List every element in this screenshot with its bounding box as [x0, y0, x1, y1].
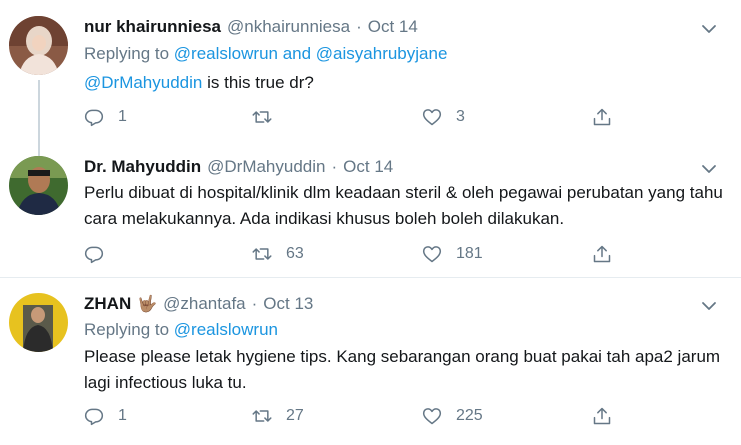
heart-icon [422, 109, 442, 126]
retweet-button[interactable]: 27 [252, 406, 304, 426]
replying-to-users[interactable]: @realslowrun [174, 320, 278, 339]
retweet-button[interactable] [252, 107, 286, 127]
chevron-down-icon[interactable] [700, 20, 718, 38]
retweet-icon [252, 248, 272, 260]
tweet[interactable]: Dr. Mahyuddin @DrMahyuddin · Oct 14 Perl… [0, 140, 741, 277]
share-button[interactable] [592, 406, 612, 426]
reply-button[interactable]: 1 [84, 107, 127, 127]
tweet-date[interactable]: Oct 13 [263, 294, 313, 314]
tweet-header: Dr. Mahyuddin @DrMahyuddin · Oct 14 [84, 157, 393, 177]
heart-icon [422, 408, 442, 425]
avatar[interactable] [9, 293, 68, 352]
separator-dot: · [251, 294, 258, 313]
avatar[interactable] [9, 156, 68, 215]
mention-link[interactable]: @DrMahyuddin [84, 73, 202, 92]
heart-icon [422, 246, 442, 263]
retweet-count: 27 [286, 407, 304, 424]
tweet-header: ZHAN 🤟🏽 @zhantafa · Oct 13 [84, 294, 313, 314]
display-name[interactable]: ZHAN [84, 294, 131, 314]
share-icon [593, 407, 611, 425]
reply-button[interactable] [84, 244, 118, 264]
tweet-date[interactable]: Oct 14 [343, 157, 393, 177]
share-icon [593, 108, 611, 126]
tweet-header: nur khairunniesa @nkhairunniesa · Oct 14 [84, 17, 418, 37]
display-name[interactable]: Dr. Mahyuddin [84, 157, 201, 177]
like-count: 3 [456, 108, 465, 125]
like-button[interactable]: 181 [422, 244, 483, 264]
replying-to-label: Replying to [84, 320, 170, 339]
tweet-text: Please please letak hygiene tips. Kang s… [84, 347, 721, 392]
retweet-icon [252, 410, 272, 422]
chevron-down-icon[interactable] [700, 160, 718, 178]
reply-count: 1 [118, 108, 127, 125]
share-icon [593, 245, 611, 263]
tweet-actions: 1 3 [84, 107, 644, 129]
replying-to: Replying to @realslowrun [84, 320, 278, 340]
reply-icon [84, 246, 104, 264]
chevron-down-icon[interactable] [700, 297, 718, 315]
hand-emoji-icon: 🤟🏽 [137, 296, 158, 313]
share-button[interactable] [592, 107, 612, 127]
tweet[interactable]: ZHAN 🤟🏽 @zhantafa · Oct 13 Replying to @… [0, 278, 741, 445]
user-handle[interactable]: @DrMahyuddin [207, 157, 325, 177]
replying-to: Replying to @realslowrun and @aisyahruby… [84, 44, 447, 64]
replying-to-users[interactable]: @realslowrun and @aisyahrubyjane [174, 44, 448, 63]
reply-icon [84, 408, 104, 426]
avatar[interactable] [9, 16, 68, 75]
tweet[interactable]: nur khairunniesa @nkhairunniesa · Oct 14… [0, 0, 741, 140]
display-name[interactable]: nur khairunniesa [84, 17, 221, 37]
reply-icon [84, 109, 104, 127]
separator-dot: · [331, 157, 338, 176]
like-count: 181 [456, 245, 483, 262]
tweet-actions: 63 181 [84, 244, 644, 266]
tweet-actions: 1 27 225 [84, 406, 644, 428]
like-button[interactable]: 225 [422, 406, 483, 426]
tweet-text: Perlu dibuat di hospital/klinik dlm kead… [84, 183, 723, 228]
tweet-date[interactable]: Oct 14 [368, 17, 418, 37]
tweet-text: @DrMahyuddin is this true dr? [84, 70, 724, 96]
user-handle[interactable]: @nkhairunniesa [227, 17, 350, 37]
retweet-icon [252, 111, 272, 123]
tweet-body: is this true dr? [202, 73, 314, 92]
like-count: 225 [456, 407, 483, 424]
separator-dot: · [356, 17, 362, 36]
reply-button[interactable]: 1 [84, 406, 127, 426]
reply-count: 1 [118, 407, 127, 424]
user-handle[interactable]: @zhantafa [163, 294, 245, 314]
retweet-count: 63 [286, 245, 304, 262]
share-button[interactable] [592, 244, 612, 264]
replying-to-label: Replying to [84, 44, 170, 63]
retweet-button[interactable]: 63 [252, 244, 304, 264]
like-button[interactable]: 3 [422, 107, 465, 127]
